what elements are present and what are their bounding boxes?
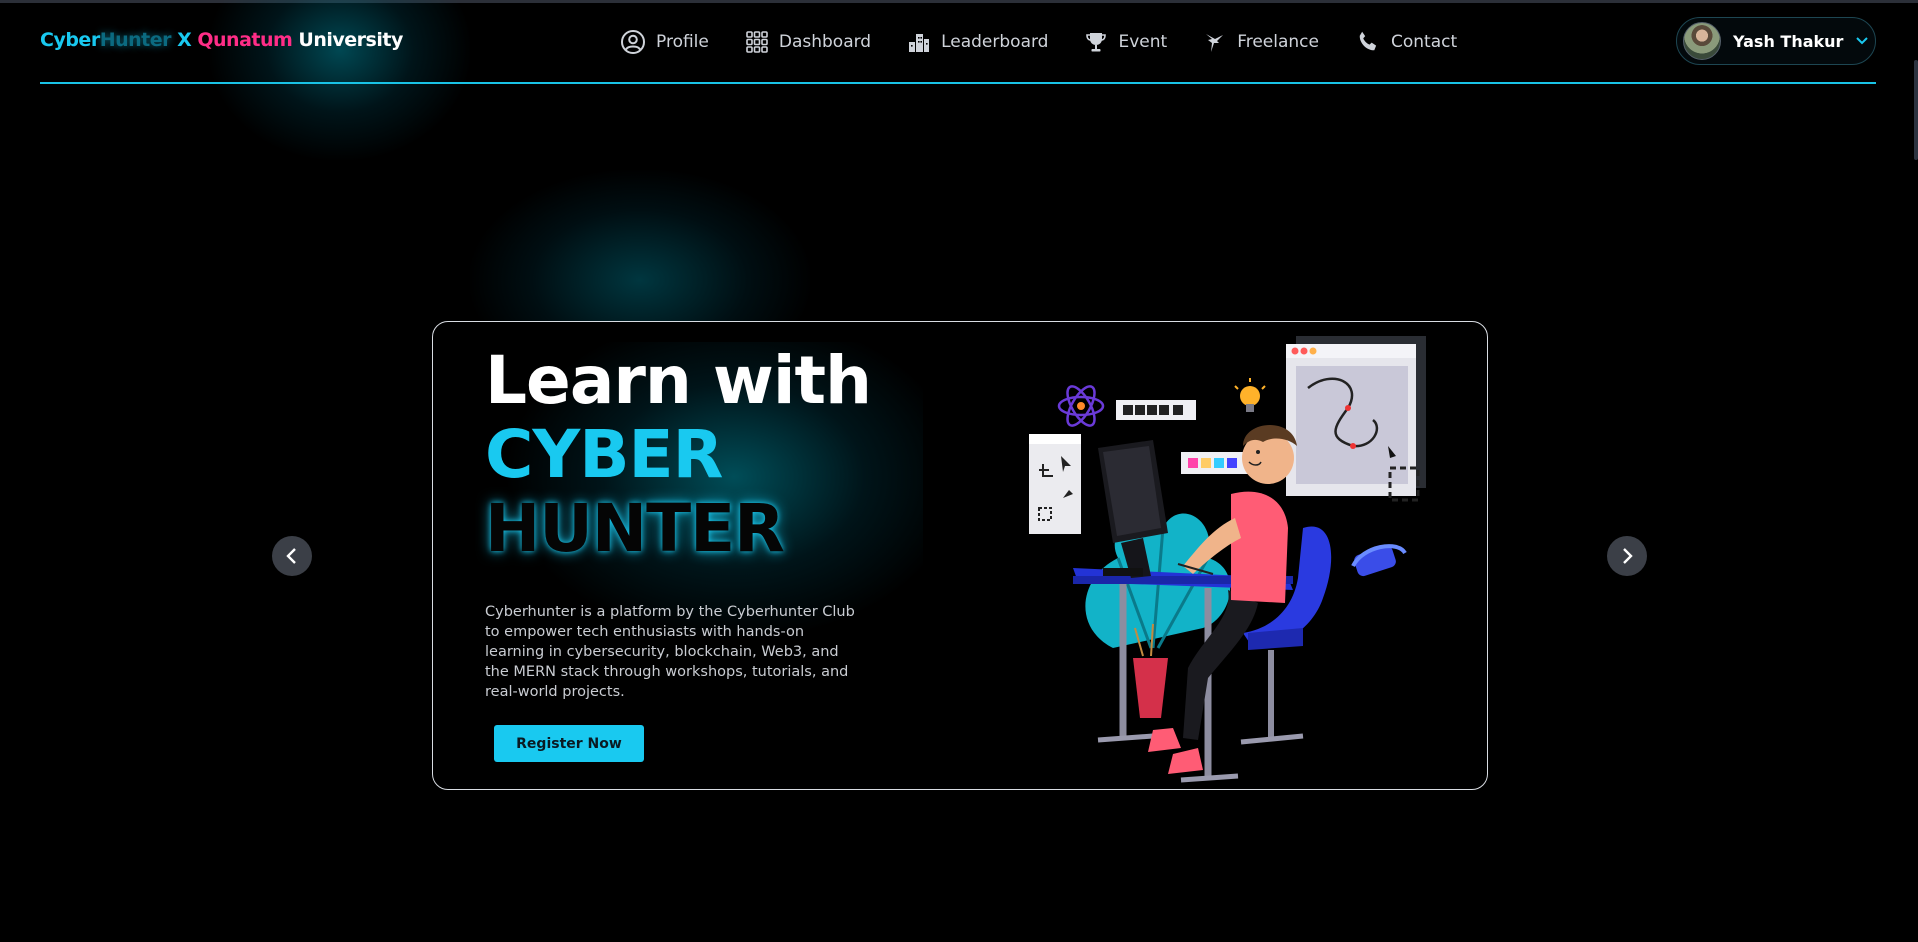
nav-item-profile[interactable]: Profile <box>620 29 709 55</box>
register-now-button[interactable]: Register Now <box>494 725 644 762</box>
user-menu-button[interactable]: Yash Thakur <box>1676 17 1876 65</box>
brand-logo[interactable]: CyberHunter X Qunatum University <box>40 29 403 51</box>
brand-x: X <box>170 29 198 51</box>
nav-item-leaderboard[interactable]: Leaderboard <box>907 30 1048 54</box>
main-nav: Profile Dashboard Leaderboard Event Free… <box>620 24 1493 60</box>
brand-qunatum: Qunatum <box>197 29 293 51</box>
nav-label-contact: Contact <box>1390 32 1458 52</box>
hero-title: Learn with CYBER HUNTER <box>485 342 872 567</box>
user-name: Yash Thakur <box>1733 31 1844 51</box>
chevron-down-icon <box>1856 37 1869 45</box>
brand-hunter: Hunter <box>99 29 172 51</box>
hero-title-line1: Learn with <box>485 342 872 419</box>
brand-cyber: Cyber <box>40 29 100 51</box>
scrollbar[interactable] <box>1914 60 1918 160</box>
phone-icon <box>1359 31 1377 51</box>
hero-title-line3: HUNTER <box>485 490 785 567</box>
hero-title-line2: CYBER <box>485 416 723 493</box>
chevron-left-icon <box>286 548 296 564</box>
nav-label-profile: Profile <box>656 32 709 52</box>
nav-label-dashboard: Dashboard <box>778 32 872 52</box>
user-circle-icon <box>621 30 645 54</box>
nav-label-freelance: Freelance <box>1237 32 1319 52</box>
header: CyberHunter X Qunatum University Profile <box>40 0 1876 84</box>
avatar <box>1683 22 1721 60</box>
page: CyberHunter X Qunatum University Profile <box>0 0 1918 942</box>
hero-card: Learn with CYBER HUNTER Cyberhunter is a… <box>432 321 1488 790</box>
hero-description: Cyberhunter is a platform by the Cyberhu… <box>485 604 855 700</box>
developer-illustration <box>1029 336 1426 783</box>
buildings-icon <box>909 34 930 52</box>
grid-icon <box>746 31 768 53</box>
nav-item-event[interactable]: Event <box>1084 30 1167 54</box>
nav-label-event: Event <box>1118 32 1168 52</box>
nav-item-dashboard[interactable]: Dashboard <box>745 30 871 54</box>
trophy-icon <box>1086 33 1107 52</box>
nav-label-leaderboard: Leaderboard <box>941 32 1049 52</box>
nav-item-freelance[interactable]: Freelance <box>1203 30 1319 54</box>
carousel-prev-button[interactable] <box>272 536 312 576</box>
carousel-next-button[interactable] <box>1607 536 1647 576</box>
nav-item-contact[interactable]: Contact <box>1355 29 1457 55</box>
hummingbird-icon <box>1206 34 1224 52</box>
chevron-right-icon <box>1623 548 1633 564</box>
brand-university: University <box>292 29 403 51</box>
